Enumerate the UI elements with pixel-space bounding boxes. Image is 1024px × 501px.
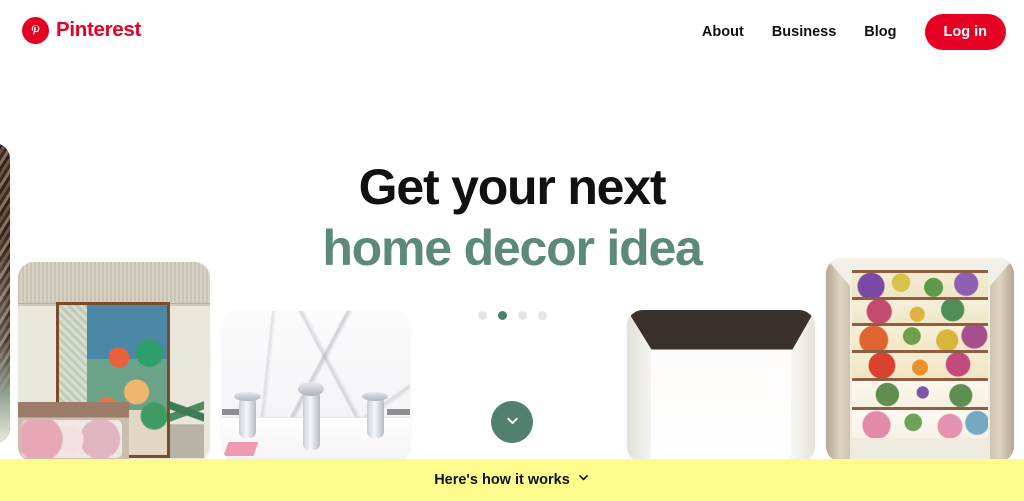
stair-riser: [852, 270, 988, 297]
mural-pillows: [21, 420, 122, 458]
edge-sliver-image[interactable]: [0, 143, 10, 443]
floral-stairs-image[interactable]: [826, 258, 1014, 462]
chevron-down-icon: [577, 471, 590, 489]
marble-bathroom-image[interactable]: [222, 311, 410, 462]
pinterest-logo[interactable]: Pinterest: [22, 17, 141, 44]
pinterest-wordmark: Pinterest: [56, 18, 142, 42]
nav-link-about[interactable]: About: [688, 16, 758, 48]
main-navigation: About Business Blog Log in: [688, 14, 1006, 50]
how-it-works-bar[interactable]: Here's how it works: [0, 459, 1024, 501]
carousel-dot-1[interactable]: [477, 311, 487, 320]
carousel-dots: [0, 311, 1024, 320]
chevron-down-icon: [504, 412, 521, 432]
site-header: Pinterest About Business Blog Log in: [0, 0, 1024, 62]
marble-trim-right: [387, 409, 410, 416]
pinterest-landing-page: Pinterest About Business Blog Log in Get…: [0, 0, 1024, 501]
scroll-down-button[interactable]: [491, 401, 533, 443]
floral-stairs-artwork: [826, 258, 1014, 462]
edge-sliver-artwork: [0, 143, 10, 443]
minimal-room-artwork: [627, 310, 815, 462]
faucet-center: [298, 382, 325, 450]
hero-image-collage: [0, 0, 1024, 462]
nav-link-blog[interactable]: Blog: [850, 16, 910, 48]
faucet-right: [362, 391, 389, 438]
mural-bedroom-image[interactable]: [18, 262, 210, 462]
mural-ceiling: [18, 262, 210, 304]
stair-riser: [852, 323, 988, 350]
login-button[interactable]: Log in: [924, 14, 1006, 50]
stair-riser: [852, 406, 988, 438]
marble-pink-accent: [223, 442, 259, 456]
stair-riser: [852, 349, 988, 379]
carousel-dot-4[interactable]: [537, 311, 547, 320]
stair-rail-left: [826, 258, 851, 462]
pinterest-logo-icon: [22, 17, 49, 44]
nav-link-business[interactable]: Business: [758, 16, 850, 48]
carousel-dot-2[interactable]: [497, 311, 507, 320]
room-back-wall: [651, 349, 791, 462]
faucet-left: [234, 391, 261, 438]
how-it-works-label: Here's how it works: [434, 472, 570, 488]
mural-plant: [169, 368, 205, 458]
minimal-room-image[interactable]: [627, 310, 815, 462]
stair-rail-right: [989, 258, 1014, 462]
marble-bathroom-artwork: [222, 311, 410, 462]
stair-riser: [852, 378, 988, 407]
mural-bedroom-artwork: [18, 262, 210, 462]
carousel-dot-3[interactable]: [517, 311, 527, 320]
